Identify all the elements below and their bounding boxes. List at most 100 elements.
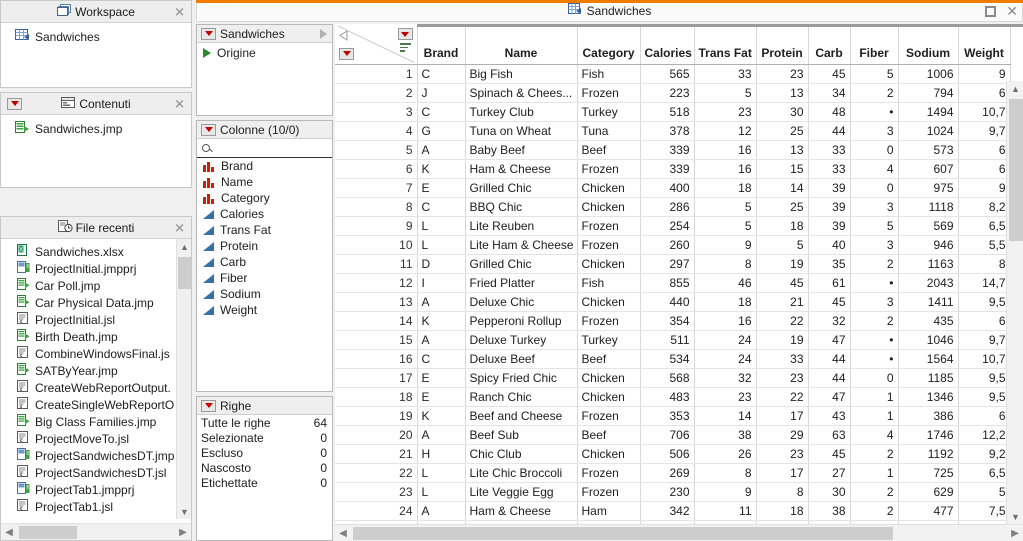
column-header[interactable]: Carb (808, 24, 851, 65)
table-cell[interactable]: 14 (756, 178, 809, 198)
table-cell[interactable]: 269 (640, 463, 695, 483)
table-cell[interactable]: 18 (756, 501, 809, 521)
table-cell[interactable]: 46 (694, 273, 757, 293)
table-cell[interactable]: • (850, 349, 899, 369)
table-cell[interactable]: 2 (850, 444, 899, 464)
table-row[interactable]: 3 C Turkey Club Turkey 518 23 30 48 • 1494 10,7 (335, 102, 1011, 122)
table-cell[interactable]: 706 (640, 425, 695, 445)
table-cell[interactable]: 223 (640, 83, 695, 103)
table-cell[interactable]: Beef (577, 425, 641, 445)
table-cell[interactable]: 17 (756, 463, 809, 483)
row-number-cell[interactable]: 2 (335, 83, 418, 103)
table-cell[interactable]: Beef (577, 140, 641, 160)
table-cell[interactable]: 518 (640, 102, 695, 122)
table-cell[interactable]: 34 (808, 83, 851, 103)
file-list-horizontal-scrollbar[interactable]: ◀ ▶ (1, 523, 191, 540)
table-cell[interactable]: 14 (694, 406, 757, 426)
table-panel-header[interactable]: Sandwiches (197, 25, 332, 43)
table-cell[interactable]: 40 (808, 235, 851, 255)
list-item[interactable]: Big Class Families.jmp (1, 413, 191, 430)
table-cell[interactable]: Tuna (577, 121, 641, 141)
table-cell[interactable]: 1746 (898, 425, 959, 445)
table-cell[interactable]: 5 (850, 216, 899, 236)
table-cell[interactable]: 10,7 (958, 349, 1011, 369)
list-item[interactable]: ProjectSandwichesDT.jmp (1, 447, 191, 464)
list-item[interactable]: ProjectTab1.jmpprj (1, 481, 191, 498)
table-cell[interactable]: Spicy Fried Chic (465, 368, 578, 388)
column-list-item[interactable]: Sodium (197, 286, 332, 302)
list-item[interactable]: CombineWindowsFinal.js (1, 345, 191, 362)
row-number-cell[interactable]: 11 (335, 254, 418, 274)
table-cell[interactable]: 14,7 (958, 273, 1011, 293)
table-row[interactable]: 1 C Big Fish Fish 565 33 23 45 5 1006 9 (335, 64, 1011, 84)
row-number-cell[interactable]: 5 (335, 140, 418, 160)
column-list-item[interactable]: Protein (197, 238, 332, 254)
table-cell[interactable]: Turkey Club (465, 102, 578, 122)
table-row[interactable]: 15 A Deluxe Turkey Turkey 511 24 19 47 • 1046 9,7 (335, 330, 1011, 350)
table-cell[interactable]: BBQ Chic (465, 197, 578, 217)
columns-search-input[interactable] (197, 139, 332, 158)
table-cell[interactable]: Deluxe Beef (465, 349, 578, 369)
table-cell[interactable]: 230 (640, 482, 695, 502)
table-cell[interactable]: 9 (958, 64, 1011, 84)
close-icon[interactable]: ✕ (174, 5, 185, 18)
contenuti-menu-icon[interactable] (7, 97, 22, 110)
table-cell[interactable]: Chicken (577, 444, 641, 464)
maximize-button[interactable] (985, 5, 997, 17)
table-cell[interactable]: Chicken (577, 254, 641, 274)
table-cell[interactable]: 15 (756, 159, 809, 179)
table-cell[interactable]: 435 (898, 311, 959, 331)
table-cell[interactable]: 1 (850, 463, 899, 483)
row-number-cell[interactable]: 20 (335, 425, 418, 445)
table-cell[interactable]: 400 (640, 178, 695, 198)
table-cell[interactable]: 3 (850, 235, 899, 255)
table-cell[interactable]: 21 (756, 292, 809, 312)
table-cell[interactable]: L (417, 482, 466, 502)
table-cell[interactable]: Lite Veggie Egg (465, 482, 578, 502)
table-cell[interactable]: 534 (640, 349, 695, 369)
row-number-cell[interactable]: 24 (335, 501, 418, 521)
table-cell[interactable]: 353 (640, 406, 695, 426)
list-item[interactable]: SATByYear.jmp (1, 362, 191, 379)
table-cell[interactable]: 8 (756, 482, 809, 502)
contenuti-item-sandwiches-jmp[interactable]: Sandwiches.jmp (1, 120, 191, 138)
table-cell[interactable]: 1024 (898, 121, 959, 141)
table-cell[interactable]: 45 (808, 64, 851, 84)
column-list-item[interactable]: Category (197, 190, 332, 206)
table-cell[interactable]: 4 (850, 425, 899, 445)
table-cell[interactable]: 2 (850, 83, 899, 103)
table-row[interactable]: 10 L Lite Ham & Cheese Frozen 260 9 5 40 3 946 5,5 (335, 235, 1011, 255)
table-cell[interactable]: Beef and Cheese (465, 406, 578, 426)
file-list-vertical-scrollbar[interactable]: ▲ ▼ (176, 239, 191, 519)
table-cell[interactable]: 629 (898, 482, 959, 502)
table-cell[interactable]: C (417, 64, 466, 84)
table-cell[interactable]: Frozen (577, 482, 641, 502)
column-header[interactable]: Brand (417, 24, 466, 65)
row-number-cell[interactable]: 8 (335, 197, 418, 217)
table-cell[interactable]: 2 (850, 501, 899, 521)
table-cell[interactable]: 16 (694, 140, 757, 160)
table-row[interactable]: 5 A Baby Beef Beef 339 16 13 33 0 573 6 (335, 140, 1011, 160)
table-cell[interactable]: 8 (694, 254, 757, 274)
row-number-cell[interactable]: 3 (335, 102, 418, 122)
scroll-right-icon[interactable]: ▶ (1007, 525, 1023, 541)
table-cell[interactable]: 6 (958, 406, 1011, 426)
table-row[interactable]: 11 D Grilled Chic Chicken 297 8 19 35 2 1163 8 (335, 254, 1011, 274)
row-number-cell[interactable]: 4 (335, 121, 418, 141)
table-cell[interactable]: 6 (958, 159, 1011, 179)
list-item[interactable]: ProjectInitial.jmpprj (1, 260, 191, 277)
table-cell[interactable]: 3 (850, 197, 899, 217)
table-cell[interactable]: Lite Reuben (465, 216, 578, 236)
table-cell[interactable]: 45 (756, 273, 809, 293)
table-cell[interactable]: Chicken (577, 197, 641, 217)
table-cell[interactable]: 483 (640, 387, 695, 407)
scrollbar-thumb[interactable] (353, 527, 893, 540)
table-cell[interactable]: Baby Beef (465, 140, 578, 160)
table-cell[interactable]: 342 (640, 501, 695, 521)
table-cell[interactable]: 10,7 (958, 102, 1011, 122)
table-cell[interactable]: 5 (694, 197, 757, 217)
table-row[interactable]: 16 C Deluxe Beef Beef 534 24 33 44 • 1564 10,7 (335, 349, 1011, 369)
table-row[interactable]: 18 E Ranch Chic Chicken 483 23 22 47 1 1346 9,5 (335, 387, 1011, 407)
columns-menu-icon[interactable] (201, 123, 216, 136)
table-cell[interactable]: 63 (808, 425, 851, 445)
